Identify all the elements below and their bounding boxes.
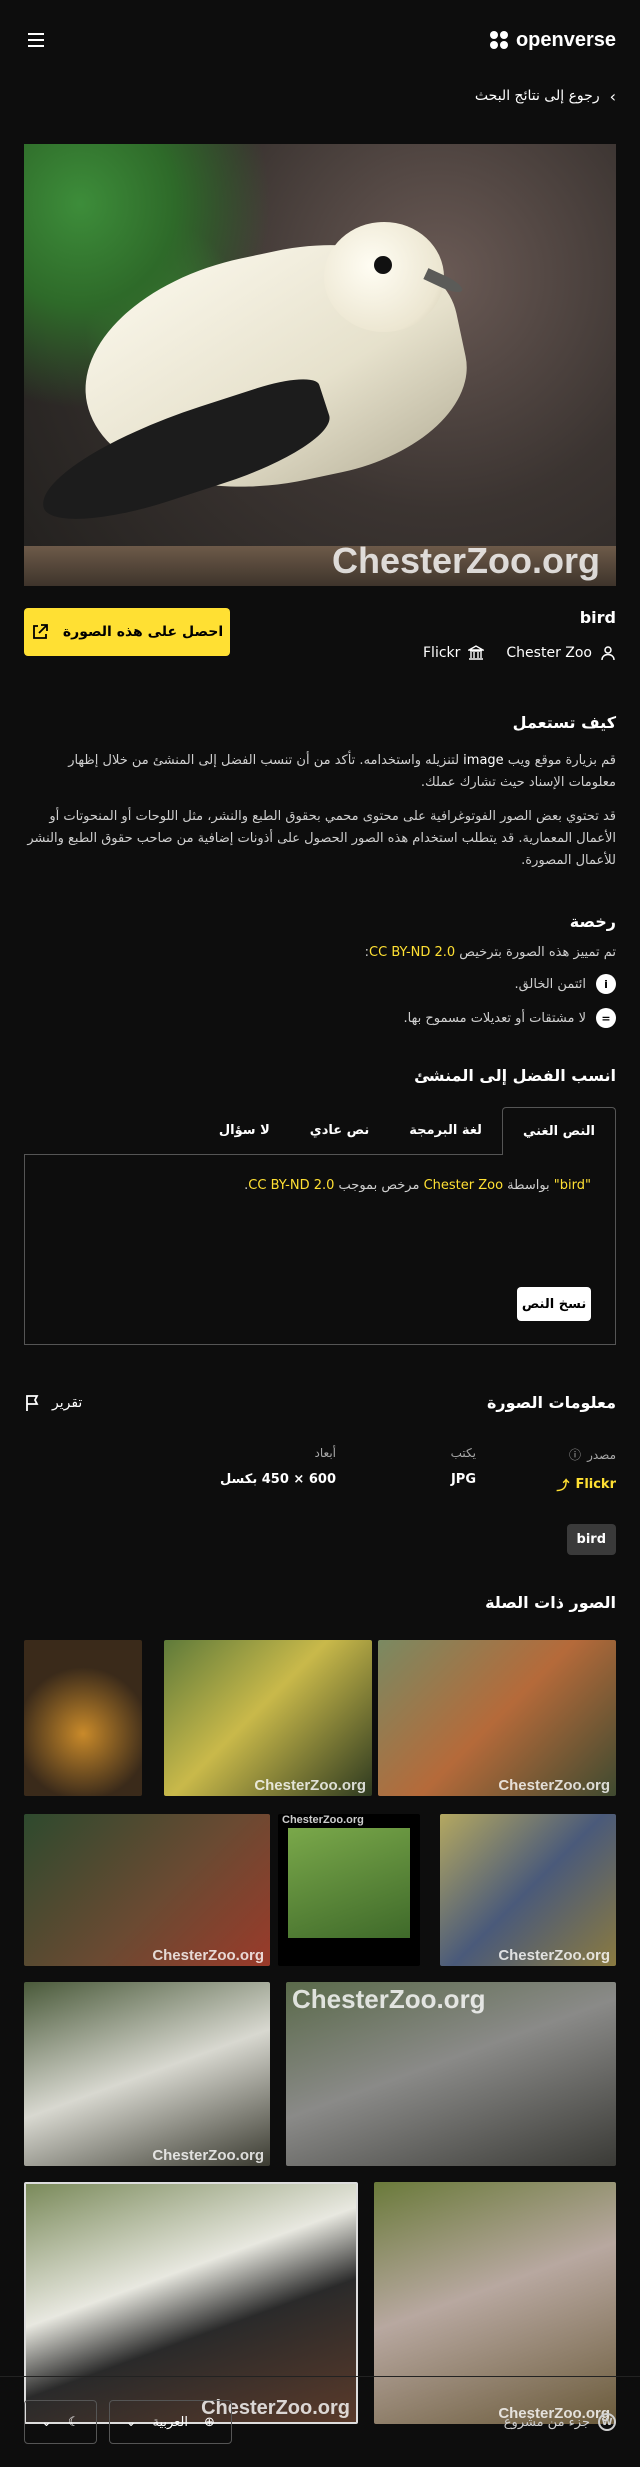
made-by-link[interactable]: W جزء من مشروع: [504, 2413, 616, 2431]
image-watermark: ChesterZoo.org: [331, 540, 600, 581]
main-image[interactable]: ChesterZoo.org: [24, 144, 616, 586]
title-row: bird Chester Zoo Flickr احصل على هذه الص…: [0, 608, 640, 661]
chevron-down-icon: ⌄: [41, 2414, 52, 2430]
how-to-use-paragraph-1: قم بزيارة موقع ويب image لتنزيله واستخدا…: [68, 753, 616, 790]
attribution-author-link[interactable]: Chester Zoo: [424, 1178, 503, 1193]
tab-html[interactable]: لغة البرمجة: [389, 1107, 502, 1155]
license-section: رخصة تم تمييز هذه الصورة بترخيص CC BY-ND…: [0, 912, 640, 1028]
license-link[interactable]: CC BY-ND 2.0: [369, 945, 455, 960]
attribution-text: "bird" بواسطة Chester Zoo مرخص بموجب CC …: [244, 1178, 591, 1193]
moon-icon: ☾: [67, 2414, 80, 2430]
external-link-icon: ⤴: [556, 1479, 570, 1494]
related-image[interactable]: ChesterZoo.org: [24, 1982, 270, 2166]
license-line: تم تمييز هذه الصورة بترخيص CC BY-ND 2.0:: [364, 945, 616, 960]
attribution-heading: انسب الفضل إلى المنشئ: [414, 1066, 616, 1085]
copy-text-button[interactable]: نسخ النص: [517, 1287, 591, 1321]
related-images-section: الصور ذات الصلة ChesterZoo.org ChesterZo…: [0, 1593, 640, 2460]
institution-icon: [468, 645, 485, 660]
info-icon: ⓘ: [569, 1448, 582, 1462]
page: openverse › رجوع إلى نتائج البحث Chester…: [0, 0, 640, 2467]
related-image[interactable]: [24, 1640, 142, 1796]
tab-rich-text[interactable]: النص الغني: [501, 1107, 616, 1155]
related-image[interactable]: ChesterZoo.org: [164, 1640, 372, 1796]
footer: W جزء من مشروع ⌄ ☾ ⌄ العربية ⊕: [0, 2376, 640, 2467]
related-grid: ChesterZoo.org ChesterZoo.org ChesterZoo…: [24, 1640, 616, 2460]
source-value-link[interactable]: Flickr ⤴: [476, 1475, 616, 1494]
equal-icon: =: [596, 1008, 616, 1028]
attribution-license-link[interactable]: CC BY-ND 2.0: [248, 1178, 334, 1193]
top-bar: openverse: [0, 0, 640, 80]
theme-select[interactable]: ⌄ ☾: [24, 2400, 97, 2444]
source-link[interactable]: Flickr: [423, 645, 485, 661]
dimensions-value: 600 × 450 بكسل: [219, 1472, 336, 1487]
how-to-use-paragraph-2: قد تحتوي بعض الصور الفوتوغرافية على محتو…: [27, 809, 616, 868]
how-to-use-section: كيف تستعمل قم بزيارة موقع ويب image لتنز…: [0, 713, 640, 872]
image-title: bird: [579, 608, 616, 627]
tag-bird[interactable]: bird: [566, 1524, 616, 1555]
attribution-section: انسب الفضل إلى المنشئ النص الغني لغة الب…: [0, 1066, 640, 1345]
openverse-logo[interactable]: openverse: [489, 28, 616, 52]
chevron-right-icon: ›: [609, 86, 616, 106]
related-image[interactable]: ChesterZoo.org: [278, 1814, 420, 1966]
image-meta: مصدر ⓘ Flickr ⤴ يكتب JPG أبعاد 600 × 450 ب…: [24, 1446, 616, 1494]
external-link-icon: [32, 624, 48, 639]
flag-icon: [26, 1394, 39, 1411]
get-this-image-button[interactable]: احصل على هذه الصورة: [24, 608, 230, 656]
menu-icon[interactable]: [24, 28, 48, 52]
creator-name: Chester Zoo: [506, 645, 592, 661]
back-label: رجوع إلى نتائج البحث: [474, 88, 600, 104]
source-name: Flickr: [423, 645, 461, 661]
how-to-use-heading: كيف تستعمل: [512, 713, 616, 732]
person-icon: i: [596, 974, 616, 994]
language-select[interactable]: ⌄ العربية ⊕: [108, 2400, 232, 2444]
related-image[interactable]: ChesterZoo.org: [286, 1982, 616, 2166]
license-item-by: i ائتمن الخالق.: [24, 974, 616, 994]
related-image[interactable]: ChesterZoo.org: [440, 1814, 616, 1966]
chevron-down-icon: ⌄: [125, 2414, 137, 2430]
related-image[interactable]: ChesterZoo.org: [24, 1814, 270, 1966]
type-value: JPG: [450, 1472, 476, 1487]
report-button[interactable]: تقرير: [24, 1394, 82, 1412]
logo-mark-icon: [489, 31, 508, 49]
license-heading: رخصة: [569, 912, 616, 931]
wordpress-icon: W: [598, 2413, 616, 2431]
attribution-tabs: النص الغني لغة البرمجة نص عادي لا سؤال: [24, 1107, 616, 1155]
image-site-link[interactable]: image: [463, 753, 504, 768]
logo-text: openverse: [515, 28, 616, 51]
tab-xml[interactable]: لا سؤال: [198, 1107, 290, 1155]
creator-link[interactable]: Chester Zoo: [506, 645, 616, 661]
attribution-title-link[interactable]: "bird": [554, 1178, 591, 1193]
tab-plain-text[interactable]: نص عادي: [289, 1107, 390, 1155]
attribution-panel: "bird" بواسطة Chester Zoo مرخص بموجب CC …: [24, 1155, 616, 1345]
get-image-label: احصل على هذه الصورة: [62, 624, 224, 640]
related-image[interactable]: ChesterZoo.org: [378, 1640, 616, 1796]
person-icon: [601, 646, 615, 661]
globe-icon: ⊕: [204, 2414, 215, 2430]
image-info-section: معلومات الصورة تقرير مصدر ⓘ Flickr ⤴ يكتب …: [0, 1393, 640, 1555]
related-heading: الصور ذات الصلة: [485, 1593, 616, 1612]
image-info-heading: معلومات الصورة: [486, 1393, 616, 1412]
license-item-nd: = لا مشتقات أو تعديلات مسموح بها.: [24, 1008, 616, 1028]
back-to-results-link[interactable]: › رجوع إلى نتائج البحث: [0, 80, 640, 112]
